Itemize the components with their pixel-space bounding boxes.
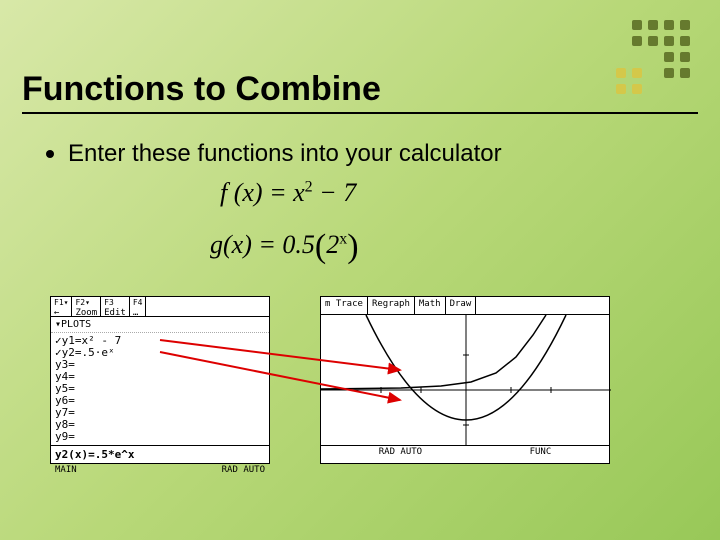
graph-plot-area xyxy=(321,315,609,445)
graph-svg xyxy=(321,315,611,445)
plots-label: ▾PLOTS xyxy=(51,317,269,333)
y2-entry[interactable]: ✓y2=.5·eˣ xyxy=(55,347,265,359)
menu-f3[interactable]: F3Edit xyxy=(101,297,130,316)
y3-entry[interactable]: y3= xyxy=(55,359,265,371)
calculator-y-editor: F1▾← F2▾Zoom F3Edit F4… ▾PLOTS ✓y1=x² - … xyxy=(50,296,270,464)
menu-f1[interactable]: F1▾← xyxy=(51,297,72,316)
bullet-item: Enter these functions into your calculat… xyxy=(46,140,502,168)
status-rad-auto: RAD AUTO xyxy=(379,447,422,457)
y-list: ✓y1=x² - 7 ✓y2=.5·eˣ y3= y4= y5= y6= y7=… xyxy=(51,333,269,445)
status-rad: RAD AUTO xyxy=(222,465,265,475)
y6-entry[interactable]: y6= xyxy=(55,395,265,407)
calculator-graph: m Trace Regraph Math Draw RAD AUTO FUNC xyxy=(320,296,610,464)
equation-f: f (x) = x2 − 7 xyxy=(220,178,356,208)
bullet-icon xyxy=(46,150,54,158)
status-main: MAIN xyxy=(55,465,77,475)
title-underline xyxy=(22,112,698,114)
menu-draw[interactable]: Draw xyxy=(446,297,477,314)
menu-f4[interactable]: F4… xyxy=(130,297,147,316)
calc-right-menubar: m Trace Regraph Math Draw xyxy=(321,297,609,315)
status-func: FUNC xyxy=(530,447,552,457)
calc-right-status: RAD AUTO FUNC xyxy=(321,445,609,458)
y9-entry[interactable]: y9= xyxy=(55,431,265,443)
corner-decoration xyxy=(616,20,692,96)
menu-f2[interactable]: F2▾Zoom xyxy=(72,297,101,316)
menu-math[interactable]: Math xyxy=(415,297,446,314)
y4-entry[interactable]: y4= xyxy=(55,371,265,383)
slide-title: Functions to Combine xyxy=(22,70,381,109)
menu-regraph[interactable]: Regraph xyxy=(368,297,415,314)
y5-entry[interactable]: y5= xyxy=(55,383,265,395)
menu-trace[interactable]: m Trace xyxy=(321,297,368,314)
selected-entry: y2(x)=.5*e^x xyxy=(51,445,269,463)
y8-entry[interactable]: y8= xyxy=(55,419,265,431)
calc-left-status: MAIN RAD AUTO xyxy=(51,463,269,476)
y7-entry[interactable]: y7= xyxy=(55,407,265,419)
equation-g: g(x) = 0.5(2x) xyxy=(210,228,359,266)
calc-left-menubar: F1▾← F2▾Zoom F3Edit F4… xyxy=(51,297,269,317)
bullet-text: Enter these functions into your calculat… xyxy=(68,140,502,168)
